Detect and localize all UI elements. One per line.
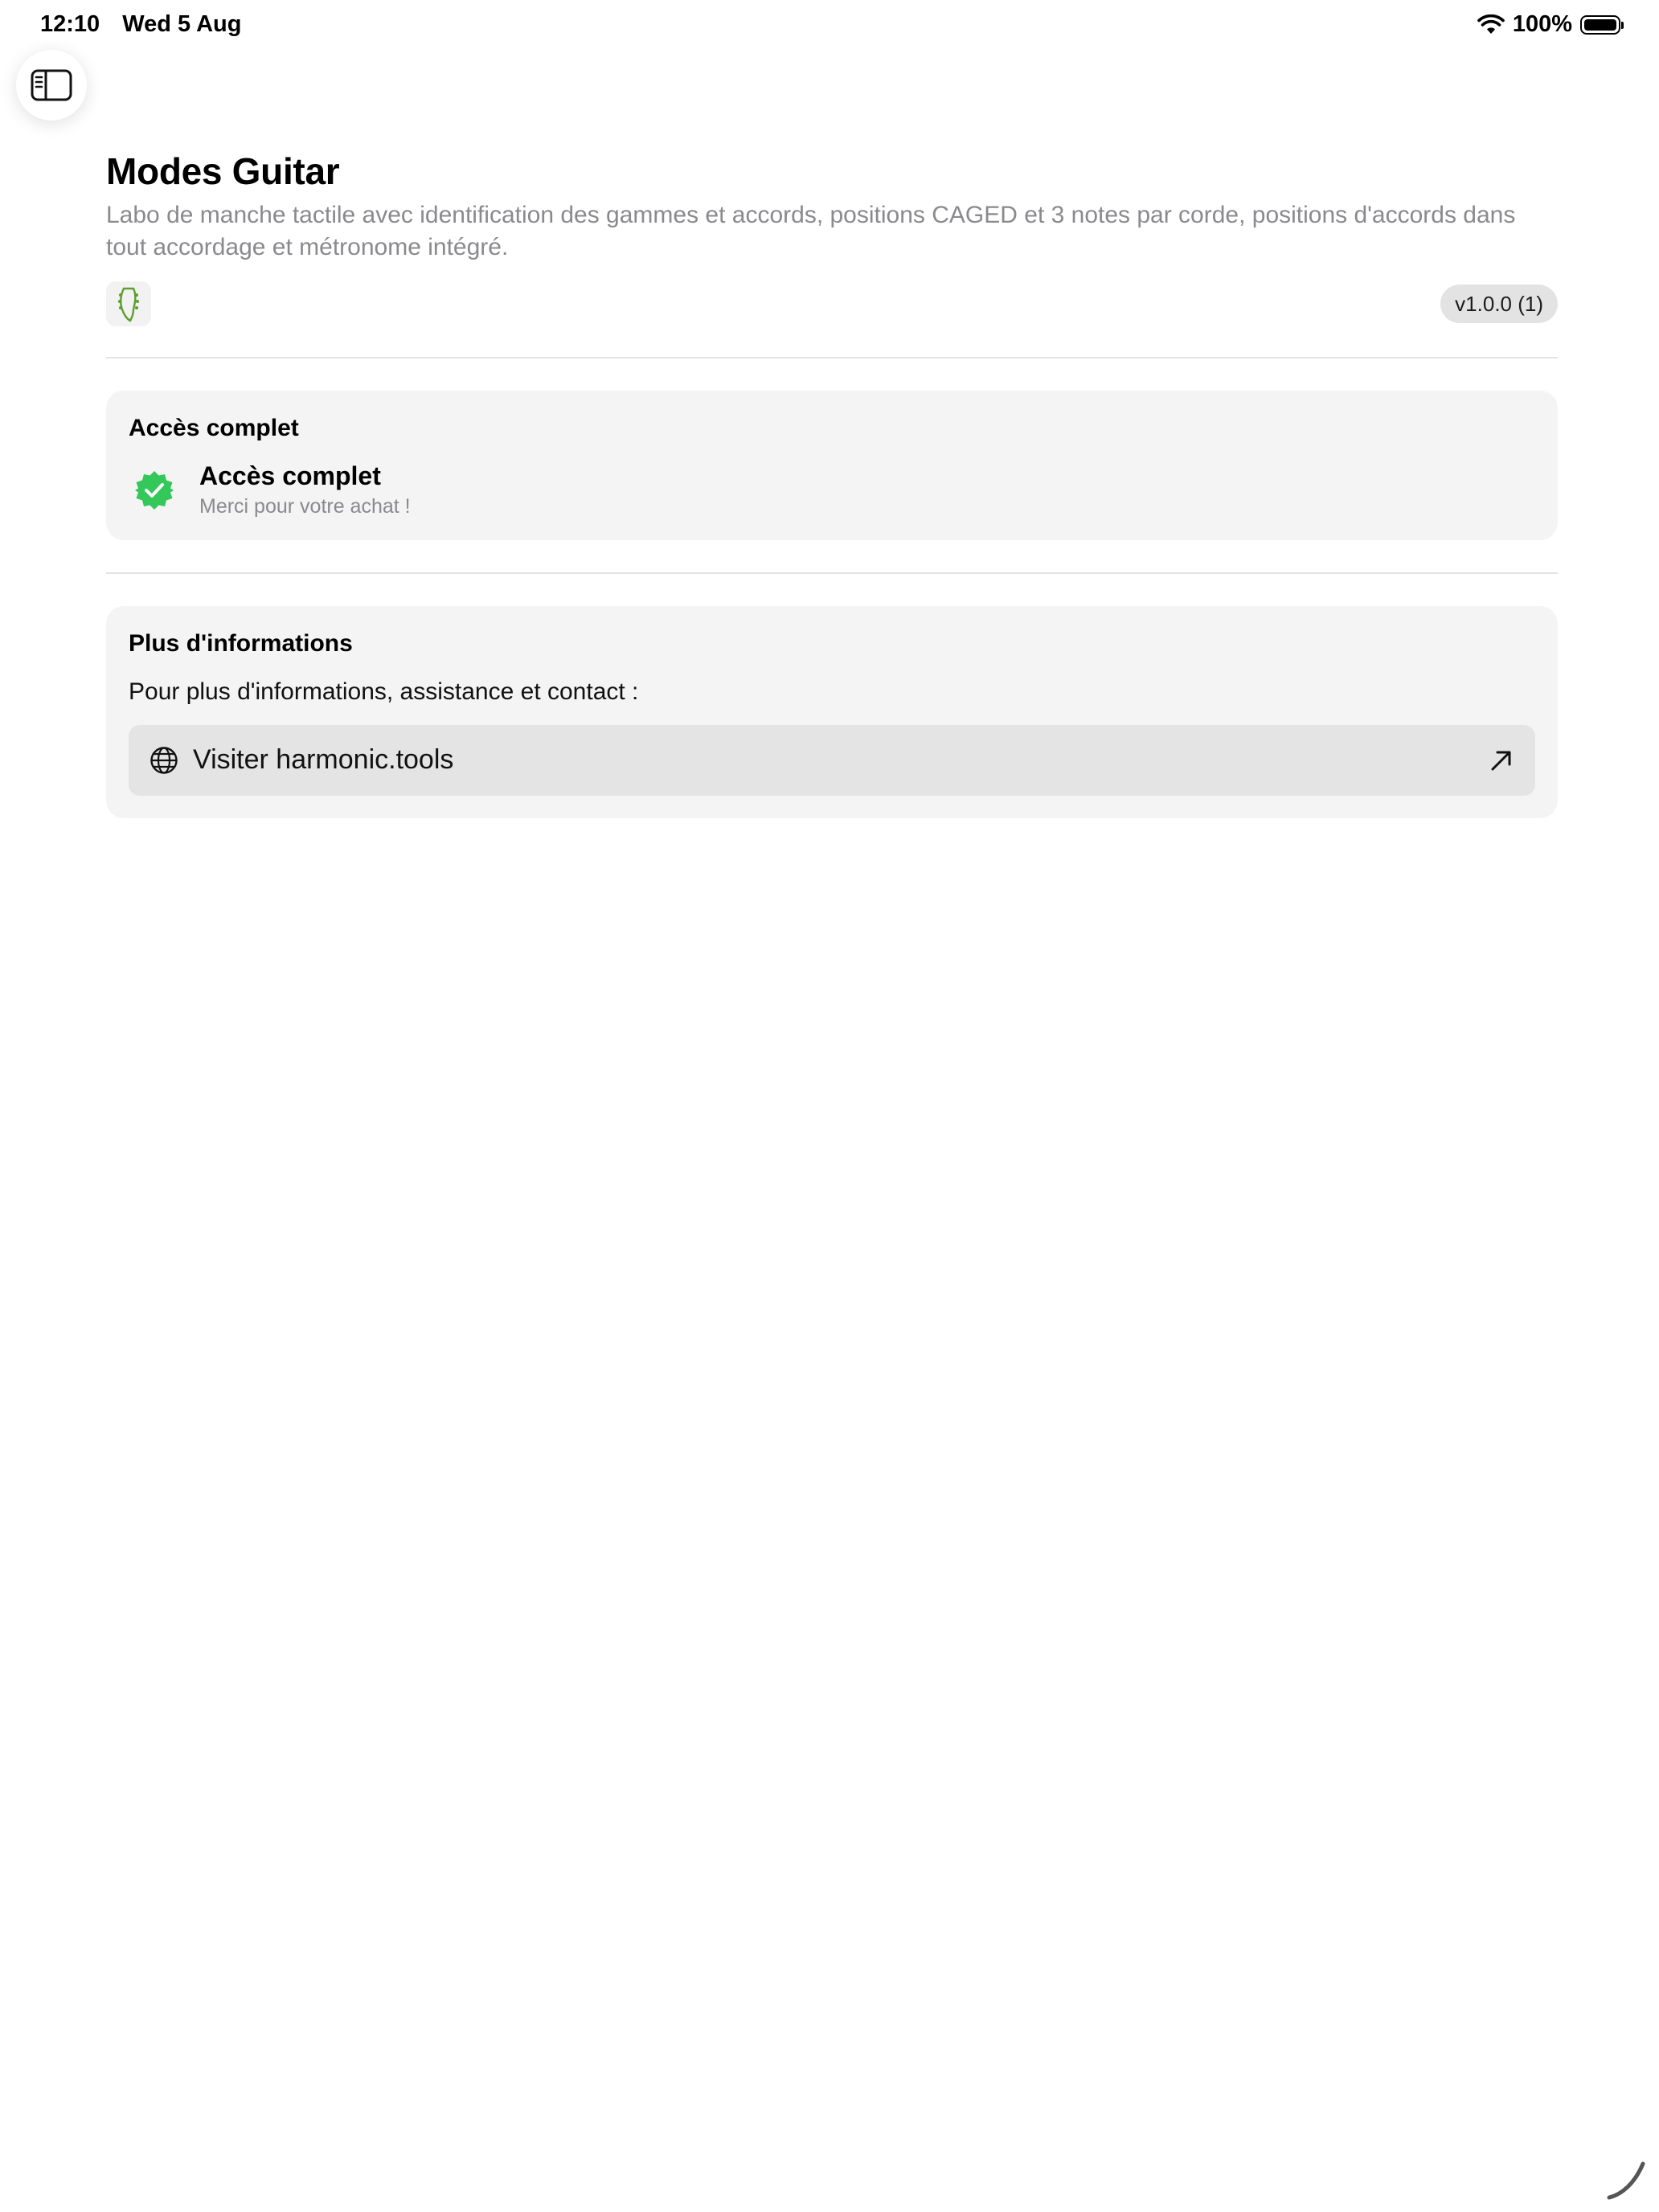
sidebar-icon [31,69,72,101]
visit-website-label: Visiter harmonic.tools [193,744,454,775]
info-card: Plus d'informations Pour plus d'informat… [106,606,1558,818]
wifi-icon [1477,14,1505,34]
status-bar-left: 12:10 Wed 5 Aug [40,11,257,38]
access-card-title: Accès complet [129,415,299,441]
verified-badge-icon [135,471,174,510]
access-item-title: Accès complet [199,461,381,490]
info-text: Pour plus d'informations, assistance et … [129,678,639,705]
globe-icon [150,747,178,774]
guitar-headstock-icon [118,287,139,322]
page-title: Modes Guitar [106,150,340,192]
access-item-subtitle: Merci pour votre achat ! [199,495,411,518]
access-card: Accès complet Accès complet Merci pour v… [106,391,1558,540]
app-icon [106,281,151,326]
divider [106,572,1558,574]
info-card-title: Plus d'informations [129,630,353,657]
divider [106,357,1558,358]
visit-website-link[interactable]: Visiter harmonic.tools [129,725,1535,796]
version-badge: v1.0.0 (1) [1440,285,1558,323]
corner-grabber-icon [1607,2161,1645,2200]
status-date: Wed 5 Aug [122,11,242,37]
status-time: 12:10 [40,11,100,37]
battery-icon [1580,14,1624,35]
app-description: Labo de manche tactile avec identificati… [106,202,1516,260]
app-screen: 12:10 Wed 5 Aug 100% Modes Guitar Labo d… [0,0,1659,2212]
arrow-up-right-icon [1491,751,1511,771]
battery-percent: 100% [1512,11,1572,37]
sidebar-toggle-button[interactable] [16,50,87,121]
status-bar-right: 100% [1477,11,1624,38]
